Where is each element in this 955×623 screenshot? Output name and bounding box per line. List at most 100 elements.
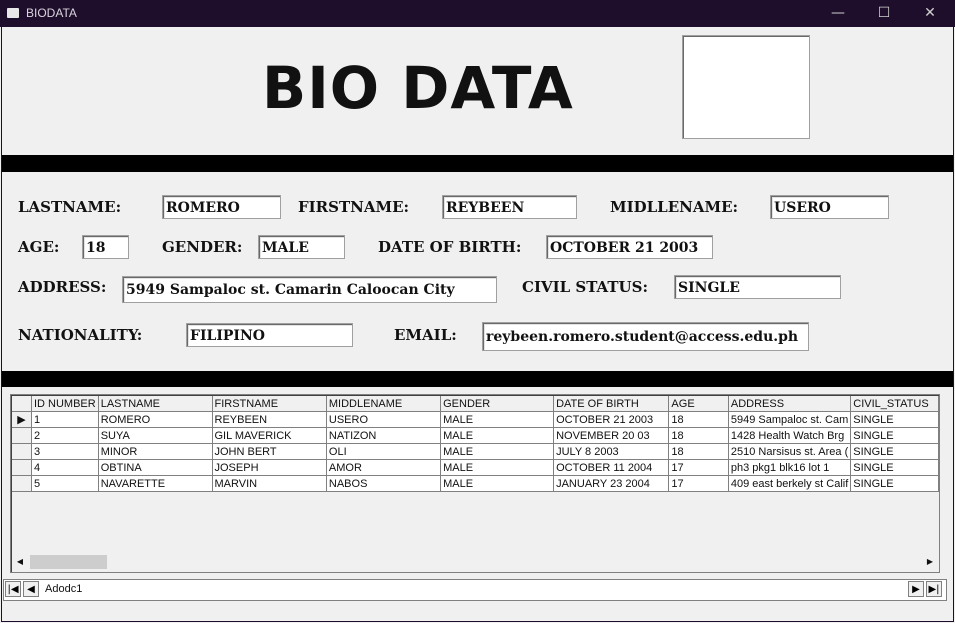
- table-row[interactable]: 4 OBTINA JOSEPH AMOR MALE OCTOBER 11 200…: [12, 459, 939, 476]
- table-cell[interactable]: MINOR: [98, 443, 213, 460]
- table-cell[interactable]: MARVIN: [212, 475, 327, 492]
- table-cell[interactable]: NABOS: [326, 475, 442, 492]
- table-cell[interactable]: JOSEPH: [212, 459, 327, 476]
- table-cell[interactable]: 4: [31, 459, 99, 476]
- column-header[interactable]: LASTNAME: [98, 396, 213, 412]
- dob-field[interactable]: OCTOBER 21 2003: [546, 235, 713, 259]
- table-cell[interactable]: 409 east berkely st Calif: [728, 475, 852, 492]
- row-selector-header[interactable]: [12, 396, 32, 412]
- data-grid[interactable]: ID NUMBER LASTNAME FIRSTNAME MIDDLENAME …: [10, 394, 940, 573]
- scroll-left-icon[interactable]: ◀: [12, 554, 28, 570]
- table-cell[interactable]: 2: [31, 427, 99, 444]
- civil-status-field[interactable]: SINGLE: [674, 275, 841, 299]
- adodc-control: |◀ ◀ Adodc1 ▶ ▶|: [3, 579, 947, 601]
- table-cell[interactable]: SINGLE: [850, 427, 939, 444]
- table-cell[interactable]: OLI: [326, 443, 442, 460]
- row-selector[interactable]: [12, 443, 32, 460]
- address-field[interactable]: 5949 Sampaloc st. Camarin Caloocan City: [122, 276, 497, 303]
- app-icon: [7, 8, 19, 18]
- table-cell[interactable]: 17: [668, 459, 729, 476]
- table-cell[interactable]: MALE: [440, 411, 555, 428]
- table-cell[interactable]: 1428 Health Watch Brg: [728, 427, 852, 444]
- table-cell[interactable]: SINGLE: [850, 411, 939, 428]
- table-cell[interactable]: NATIZON: [326, 427, 442, 444]
- scroll-right-icon[interactable]: ▶: [922, 554, 938, 570]
- table-cell[interactable]: SINGLE: [850, 475, 939, 492]
- table-cell[interactable]: JOHN BERT: [212, 443, 327, 460]
- column-header[interactable]: MIDDLENAME: [326, 396, 442, 412]
- nationality-field[interactable]: FILIPINO: [186, 323, 353, 347]
- table-row[interactable]: ▶ 1 ROMERO REYBEEN USERO MALE OCTOBER 21…: [12, 411, 939, 428]
- column-header[interactable]: DATE OF BIRTH: [553, 396, 670, 412]
- nationality-label: NATIONALITY:: [18, 326, 143, 344]
- table-cell[interactable]: JULY 8 2003: [553, 443, 670, 460]
- column-header[interactable]: CIVIL_STATUS: [850, 396, 939, 412]
- table-cell[interactable]: MALE: [440, 427, 555, 444]
- table-cell[interactable]: SINGLE: [850, 443, 939, 460]
- table-cell[interactable]: 5949 Sampaloc st. Cam: [728, 411, 852, 428]
- table-cell[interactable]: NOVEMBER 20 03: [553, 427, 670, 444]
- table-cell[interactable]: NAVARETTE: [98, 475, 213, 492]
- table-cell[interactable]: OCTOBER 11 2004: [553, 459, 670, 476]
- table-cell[interactable]: SUYA: [98, 427, 213, 444]
- scroll-thumb[interactable]: [30, 555, 107, 569]
- table-cell[interactable]: 18: [668, 427, 729, 444]
- gender-label: GENDER:: [162, 238, 243, 256]
- table-cell[interactable]: MALE: [440, 443, 555, 460]
- table-row[interactable]: 3 MINOR JOHN BERT OLI MALE JULY 8 2003 1…: [12, 443, 939, 460]
- column-header[interactable]: ADDRESS: [728, 396, 852, 412]
- table-cell[interactable]: 1: [31, 411, 99, 428]
- table-cell[interactable]: 2510 Narsisus st. Area (: [728, 443, 852, 460]
- first-record-button[interactable]: |◀: [5, 581, 21, 597]
- lastname-field[interactable]: ROMERO: [162, 195, 281, 219]
- previous-record-button[interactable]: ◀: [23, 581, 39, 597]
- column-header[interactable]: ID NUMBER: [31, 396, 99, 412]
- last-record-button[interactable]: ▶|: [926, 581, 942, 597]
- table-cell[interactable]: OBTINA: [98, 459, 213, 476]
- table-cell[interactable]: 5: [31, 475, 99, 492]
- horizontal-scrollbar[interactable]: ◀ ▶: [12, 554, 938, 570]
- table-cell[interactable]: SINGLE: [850, 459, 939, 476]
- photo-box[interactable]: [682, 35, 810, 139]
- dob-label: DATE OF BIRTH:: [378, 238, 522, 256]
- close-button[interactable]: ✕: [907, 0, 953, 27]
- row-selector[interactable]: [12, 459, 32, 476]
- column-header[interactable]: FIRSTNAME: [212, 396, 327, 412]
- table-row[interactable]: 2 SUYA GIL MAVERICK NATIZON MALE NOVEMBE…: [12, 427, 939, 444]
- next-record-button[interactable]: ▶: [908, 581, 924, 597]
- table-cell[interactable]: 18: [668, 443, 729, 460]
- table-cell[interactable]: 17: [668, 475, 729, 492]
- divider-bottom: [2, 371, 953, 387]
- table-cell[interactable]: 3: [31, 443, 99, 460]
- email-label: EMAIL:: [394, 326, 457, 344]
- table-cell[interactable]: OCTOBER 21 2003: [553, 411, 670, 428]
- table-cell[interactable]: JANUARY 23 2004: [553, 475, 670, 492]
- firstname-field[interactable]: REYBEEN: [442, 195, 577, 219]
- email-field[interactable]: reybeen.romero.student@access.edu.ph: [482, 322, 809, 351]
- middlename-label: MIDLLENAME:: [610, 198, 739, 216]
- row-selector[interactable]: [12, 475, 32, 492]
- minimize-button[interactable]: —: [815, 0, 861, 27]
- table-cell[interactable]: GIL MAVERICK: [212, 427, 327, 444]
- age-field[interactable]: 18: [82, 235, 129, 259]
- table-cell[interactable]: USERO: [326, 411, 442, 428]
- column-header[interactable]: AGE: [668, 396, 729, 412]
- middlename-field[interactable]: USERO: [770, 195, 889, 219]
- table-cell[interactable]: AMOR: [326, 459, 442, 476]
- table-cell[interactable]: MALE: [440, 475, 555, 492]
- column-header[interactable]: GENDER: [440, 396, 555, 412]
- table-cell[interactable]: MALE: [440, 459, 555, 476]
- table-cell[interactable]: ph3 pkg1 blk16 lot 1: [728, 459, 852, 476]
- window-title: BIODATA: [26, 6, 77, 20]
- table-cell[interactable]: ROMERO: [98, 411, 213, 428]
- grid-table: ID NUMBER LASTNAME FIRSTNAME MIDDLENAME …: [12, 396, 939, 492]
- table-cell[interactable]: REYBEEN: [212, 411, 327, 428]
- adodc-caption: Adodc1: [45, 583, 83, 595]
- row-selector[interactable]: ▶: [12, 411, 32, 428]
- table-cell[interactable]: 18: [668, 411, 729, 428]
- table-row[interactable]: 5 NAVARETTE MARVIN NABOS MALE JANUARY 23…: [12, 475, 939, 492]
- gender-field[interactable]: MALE: [258, 235, 345, 259]
- row-selector[interactable]: [12, 427, 32, 444]
- firstname-label: FIRSTNAME:: [298, 198, 410, 216]
- maximize-button[interactable]: ☐: [861, 0, 907, 27]
